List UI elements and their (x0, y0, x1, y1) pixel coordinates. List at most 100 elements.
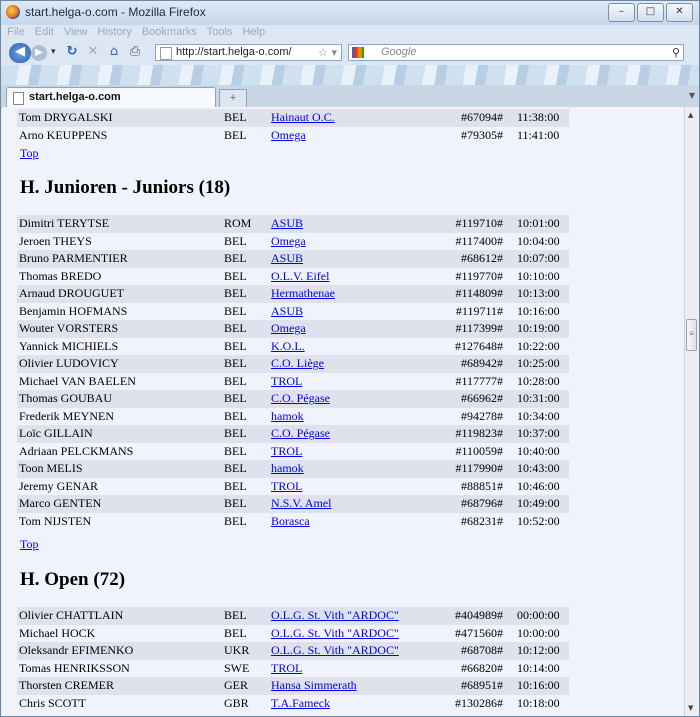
print-icon[interactable]: ⎙ (127, 43, 143, 61)
club-link[interactable]: Omega (271, 234, 306, 248)
start-time: 11:38:00 (505, 109, 569, 127)
menu-tools[interactable]: Tools (207, 26, 233, 38)
vertical-scrollbar[interactable]: ▲ ≡ ▼ (684, 107, 699, 716)
country-code: BEL (224, 233, 247, 248)
scroll-up-icon[interactable]: ▲ (688, 111, 693, 119)
menu-edit[interactable]: Edit (35, 26, 54, 38)
menu-file[interactable]: File (7, 26, 25, 38)
club-link[interactable]: TROL (271, 374, 302, 388)
back-button[interactable]: ◀ (9, 43, 31, 63)
start-time: 10:10:00 (517, 268, 560, 283)
section-heading-open: H. Open (72) (20, 569, 126, 590)
club-link[interactable]: Omega (271, 321, 306, 335)
runner-name: Loïc GILLAIN (17, 425, 224, 443)
start-time: 10:34:00 (517, 408, 560, 423)
runner-name: Arnaud DROUGUET (17, 285, 224, 303)
club-link[interactable]: C.O. Liège (271, 356, 324, 370)
menu-history[interactable]: History (98, 26, 132, 38)
club-link[interactable]: ASUB (271, 251, 303, 265)
table-row: Chris SCOTT GBR T.A.Fameck #130286# 10:18:00 (17, 695, 569, 713)
club-link[interactable]: hamok (271, 461, 304, 475)
club-link[interactable]: O.L.G. St. Vith "ARDOC" (271, 643, 399, 657)
club-link[interactable]: ASUB (271, 216, 303, 230)
start-time: 10:01:00 (505, 215, 569, 233)
club-link[interactable]: TROL (271, 479, 302, 493)
runner-name: Benjamin HOFMANS (19, 303, 128, 318)
menu-view[interactable]: View (64, 26, 88, 38)
club-link[interactable]: O.L.V. Eifel (271, 269, 329, 283)
history-dropdown-icon[interactable]: ▾ (51, 43, 56, 61)
start-time: 10:46:00 (517, 478, 560, 493)
runner-id: #66962# (419, 390, 505, 408)
club-link[interactable]: Borasca (271, 514, 310, 528)
table-row: Arno KEUPPENS BEL Omega #79305# 11:41:00 (17, 127, 569, 145)
search-icon[interactable]: ⚲ (672, 45, 680, 60)
country-code: ROM (224, 215, 271, 233)
search-box[interactable]: Google ⚲ (348, 44, 684, 61)
club-link[interactable]: Hainaut O.C. (271, 110, 335, 124)
country-code: BEL (224, 607, 271, 625)
country-code: BEL (224, 320, 271, 338)
menu-bookmarks[interactable]: Bookmarks (142, 26, 197, 38)
table-row: Arnaud DROUGUET BEL Hermathenae #114809# 10:… (17, 285, 569, 303)
table-row: Oleksandr EFIMENKO UKR O.L.G. St. Vith "AR… (17, 642, 569, 660)
navigation-toolbar: ◀ ▶ ▾ ↻ ✕ ⌂ ⎙ http://start.helga-o.com/ … (1, 41, 699, 65)
maximize-button[interactable]: □ (637, 3, 664, 22)
runner-name: Michael HOCK (19, 625, 96, 640)
runner-name: Thorsten CREMER (17, 677, 224, 695)
club-link[interactable]: O.L.G. St. Vith "ARDOC" (271, 608, 399, 622)
start-time: 10:37:00 (505, 425, 569, 443)
club-link[interactable]: hamok (271, 409, 304, 423)
country-code: BEL (224, 127, 247, 142)
scrollbar-thumb[interactable]: ≡ (686, 319, 697, 351)
tab-start-helga[interactable]: start.helga-o.com (6, 87, 216, 108)
top-link[interactable]: Top (20, 146, 39, 161)
bookmark-star-icon[interactable]: ☆ ▾ (318, 45, 337, 60)
runner-name: Michael VAN BAELEN (19, 373, 136, 388)
stop-icon[interactable]: ✕ (85, 43, 101, 61)
reload-icon[interactable]: ↻ (63, 43, 81, 61)
new-tab-button[interactable]: + (219, 89, 247, 108)
title-bar: start.helga-o.com - Mozilla Firefox – □ … (1, 1, 699, 25)
runner-id: #79305# (461, 127, 503, 142)
country-code: BEL (224, 250, 271, 268)
menu-help[interactable]: Help (242, 26, 265, 38)
club-link[interactable]: Omega (271, 128, 306, 142)
club-link[interactable]: ASUB (271, 304, 303, 318)
club-link[interactable]: C.O. Pégase (271, 426, 330, 440)
club-link[interactable]: TROL (271, 661, 302, 675)
club-link[interactable]: TROL (271, 444, 302, 458)
club-link[interactable]: C.O. Pégase (271, 391, 330, 405)
google-engine-icon[interactable] (352, 47, 364, 58)
club-link[interactable]: Hansa Simmerath (271, 678, 357, 692)
runner-name: Tom NIJSTEN (19, 513, 92, 528)
club-link[interactable]: Hermathenae (271, 286, 335, 300)
table-row: Tomas HENRIKSSON SWE TROL #66820# 10:14:00 (17, 660, 569, 678)
runner-id: #119770# (455, 268, 503, 283)
scroll-down-icon[interactable]: ▼ (688, 704, 693, 712)
start-time: 10:04:00 (517, 233, 560, 248)
firefox-logo-icon (6, 5, 20, 19)
runner-id: #68231# (461, 513, 503, 528)
url-bar[interactable]: http://start.helga-o.com/ ☆ ▾ (155, 44, 342, 61)
results-table-open: Olivier CHATTLAIN BEL O.L.G. St. Vith "ARD… (17, 607, 569, 712)
runner-name: Frederik MEYNEN (19, 408, 114, 423)
country-code: SWE (224, 660, 250, 675)
minimize-button[interactable]: – (608, 3, 635, 22)
country-code: GBR (224, 695, 249, 710)
forward-button[interactable]: ▶ (31, 45, 47, 61)
tab-label: start.helga-o.com (29, 91, 121, 103)
club-link[interactable]: T.A.Fameck (271, 696, 330, 710)
home-icon[interactable]: ⌂ (106, 43, 122, 61)
country-code: BEL (224, 109, 271, 127)
runner-name: Yannick MICHIELS (19, 338, 119, 353)
club-link[interactable]: O.L.G. St. Vith "ARDOC" (271, 626, 399, 640)
runner-id: #119823# (419, 425, 505, 443)
close-button[interactable]: ✕ (666, 3, 693, 22)
club-link[interactable]: N.S.V. Amel (271, 496, 331, 510)
club-link[interactable]: K.O.L. (271, 339, 305, 353)
start-time: 00:00:00 (505, 607, 569, 625)
tab-list-icon[interactable]: ▼ (689, 91, 695, 100)
top-link[interactable]: Top (20, 537, 39, 552)
runner-name: Arno KEUPPENS (19, 127, 108, 142)
